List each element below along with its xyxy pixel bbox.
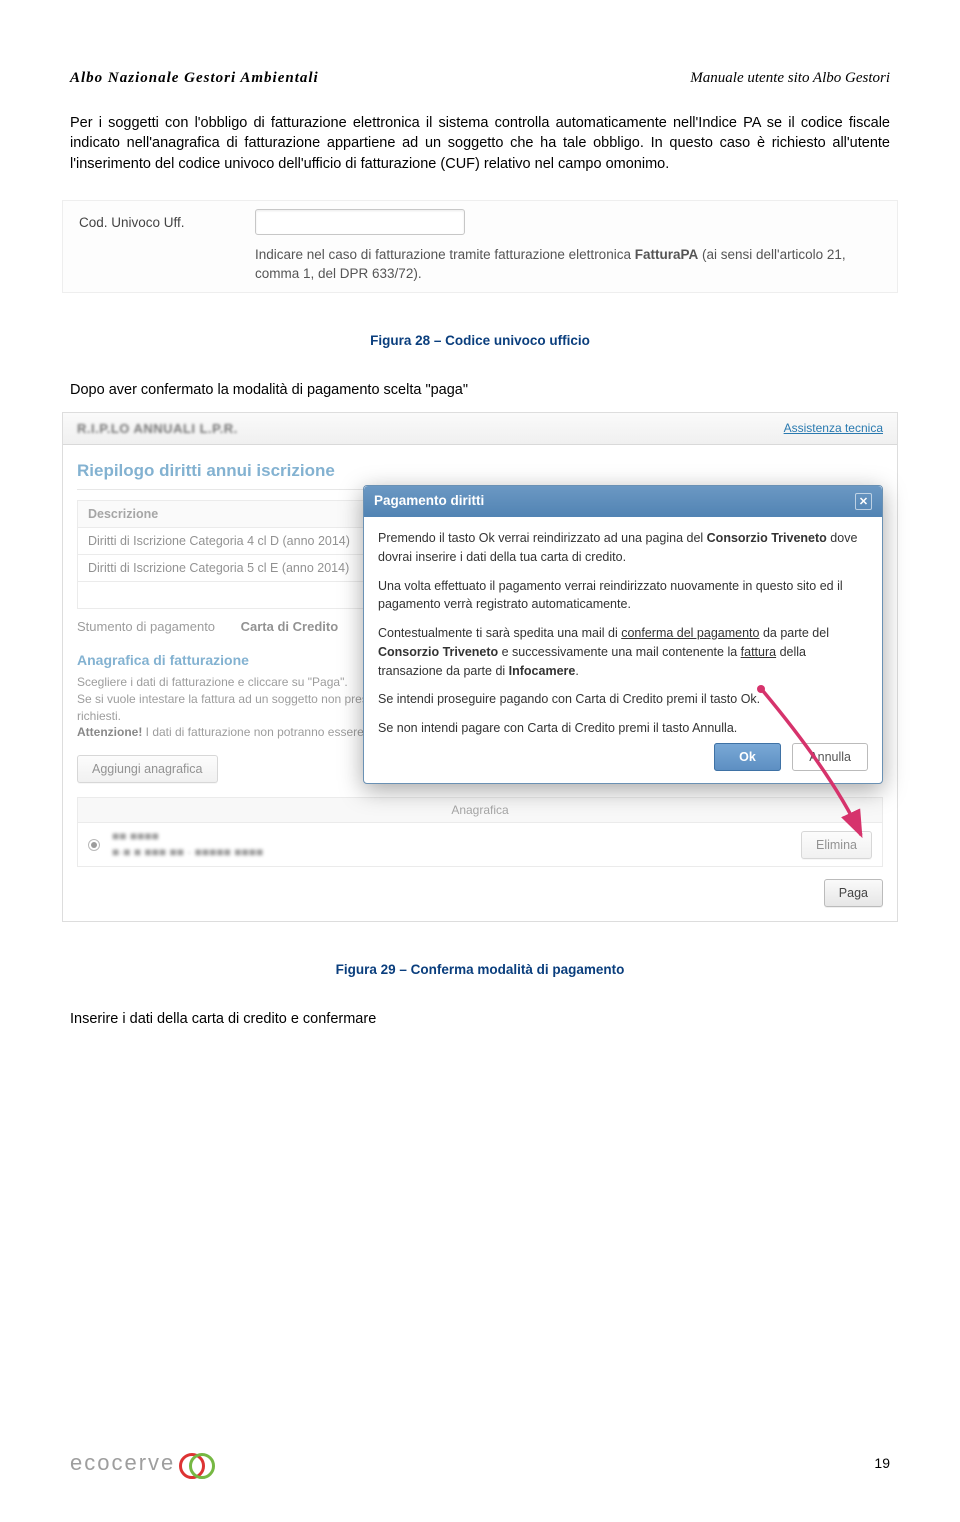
riepilogo-heading: Riepilogo diritti annui iscrizione — [77, 445, 883, 490]
screenshot-cod-univoco: Cod. Univoco Uff. Indicare nel caso di f… — [62, 200, 898, 293]
t: conferma del pagamento — [621, 626, 759, 640]
modal-p5: Se non intendi pagare con Carta di Credi… — [378, 719, 868, 738]
elimina-button[interactable]: Elimina — [801, 831, 872, 859]
figure-28-caption: Figura 28 – Codice univoco ufficio — [70, 333, 890, 348]
figure-29-caption: Figura 29 – Conferma modalità di pagamen… — [70, 962, 890, 977]
cell-desc: Diritti di Iscrizione Categoria 4 cl D (… — [78, 528, 410, 555]
radio-icon[interactable] — [88, 839, 100, 851]
carta-credito-line: Inserire i dati della carta di credito e… — [70, 1011, 890, 1027]
help-bold: FatturaPA — [635, 247, 699, 262]
logo-text: ecocerve — [70, 1450, 175, 1476]
t: Contestualmente ti sarà spedita una mail… — [378, 626, 621, 640]
t: da parte del — [759, 626, 829, 640]
header-left: Albo Nazionale Gestori Ambientali — [70, 70, 319, 87]
ok-button[interactable]: Ok — [714, 743, 781, 771]
pagamento-diritti-modal: Pagamento diritti ✕ Premendo il tasto Ok… — [363, 485, 883, 784]
anagrafica-text-blurred: ■■ ■■■■ ■·■ ■ ■■■ ■■ · ■■■■■ ■■■■ — [112, 829, 263, 860]
cod-univoco-input[interactable] — [255, 209, 465, 235]
t: e successivamente una mail contenente la — [498, 645, 741, 659]
th-descrizione: Descrizione — [78, 501, 410, 528]
t: Premendo il tasto Ok verrai reindirizzat… — [378, 531, 707, 545]
cod-univoco-help: Indicare nel caso di fatturazione tramit… — [255, 245, 881, 284]
modal-p2: Una volta effettuato il pagamento verrai… — [378, 577, 868, 615]
logo-rings-icon — [179, 1453, 199, 1473]
annulla-button[interactable]: Annulla — [792, 743, 868, 771]
t: Consorzio Triveneto — [378, 645, 498, 659]
intro-paragraph: Per i soggetti con l'obbligo di fatturaz… — [70, 113, 890, 174]
modal-p1: Premendo il tasto Ok verrai reindirizzat… — [378, 529, 868, 567]
kv-key: Stumento di pagamento — [77, 619, 237, 634]
total-label: Totale — [78, 582, 410, 609]
ecocerved-logo: ecocerve — [70, 1450, 199, 1476]
t: Consorzio Triveneto — [707, 531, 827, 545]
blur-line: ■·■ ■ ■■■ ■■ · ■■■■■ ■■■■ — [112, 845, 263, 859]
page-footer: ecocerve 19 — [70, 1450, 890, 1476]
blur-line: ■■ ■■■■ — [112, 829, 159, 843]
aggiungi-anagrafica-button[interactable]: Aggiungi anagrafica — [77, 755, 218, 783]
page-number: 19 — [874, 1455, 890, 1471]
cell-desc: Diritti di Iscrizione Categoria 5 cl E (… — [78, 555, 410, 582]
modal-p3: Contestualmente ti sarà spedita una mail… — [378, 624, 868, 680]
t: fattura — [741, 645, 776, 659]
paga-button[interactable]: Paga — [824, 879, 883, 907]
help-pre: Indicare nel caso di fatturazione tramit… — [255, 247, 635, 262]
header-right: Manuale utente sito Albo Gestori — [690, 70, 890, 87]
close-icon[interactable]: ✕ — [855, 493, 872, 510]
kv-value: Carta di Credito — [241, 619, 339, 634]
anagrafica-row[interactable]: ■■ ■■■■ ■·■ ■ ■■■ ■■ · ■■■■■ ■■■■ Elimin… — [77, 822, 883, 867]
assistenza-link[interactable]: Assistenza tecnica — [784, 421, 883, 436]
paga-intro-line: Dopo aver confermato la modalità di paga… — [70, 382, 890, 398]
t: . — [575, 664, 578, 678]
note-bold: Attenzione! — [77, 725, 142, 739]
cod-univoco-label: Cod. Univoco Uff. — [79, 209, 255, 230]
app-title-blurred: R.I.P.LO ANNUALI L.P.R. — [77, 421, 238, 436]
screenshot-pagamento: R.I.P.LO ANNUALI L.P.R. Assistenza tecni… — [62, 412, 898, 922]
page-header: Albo Nazionale Gestori Ambientali Manual… — [70, 70, 890, 87]
anagrafica-column-header: Anagrafica — [77, 797, 883, 822]
modal-p4: Se intendi proseguire pagando con Carta … — [378, 690, 868, 709]
t: Infocamere — [509, 664, 576, 678]
modal-title: Pagamento diritti — [374, 493, 484, 510]
